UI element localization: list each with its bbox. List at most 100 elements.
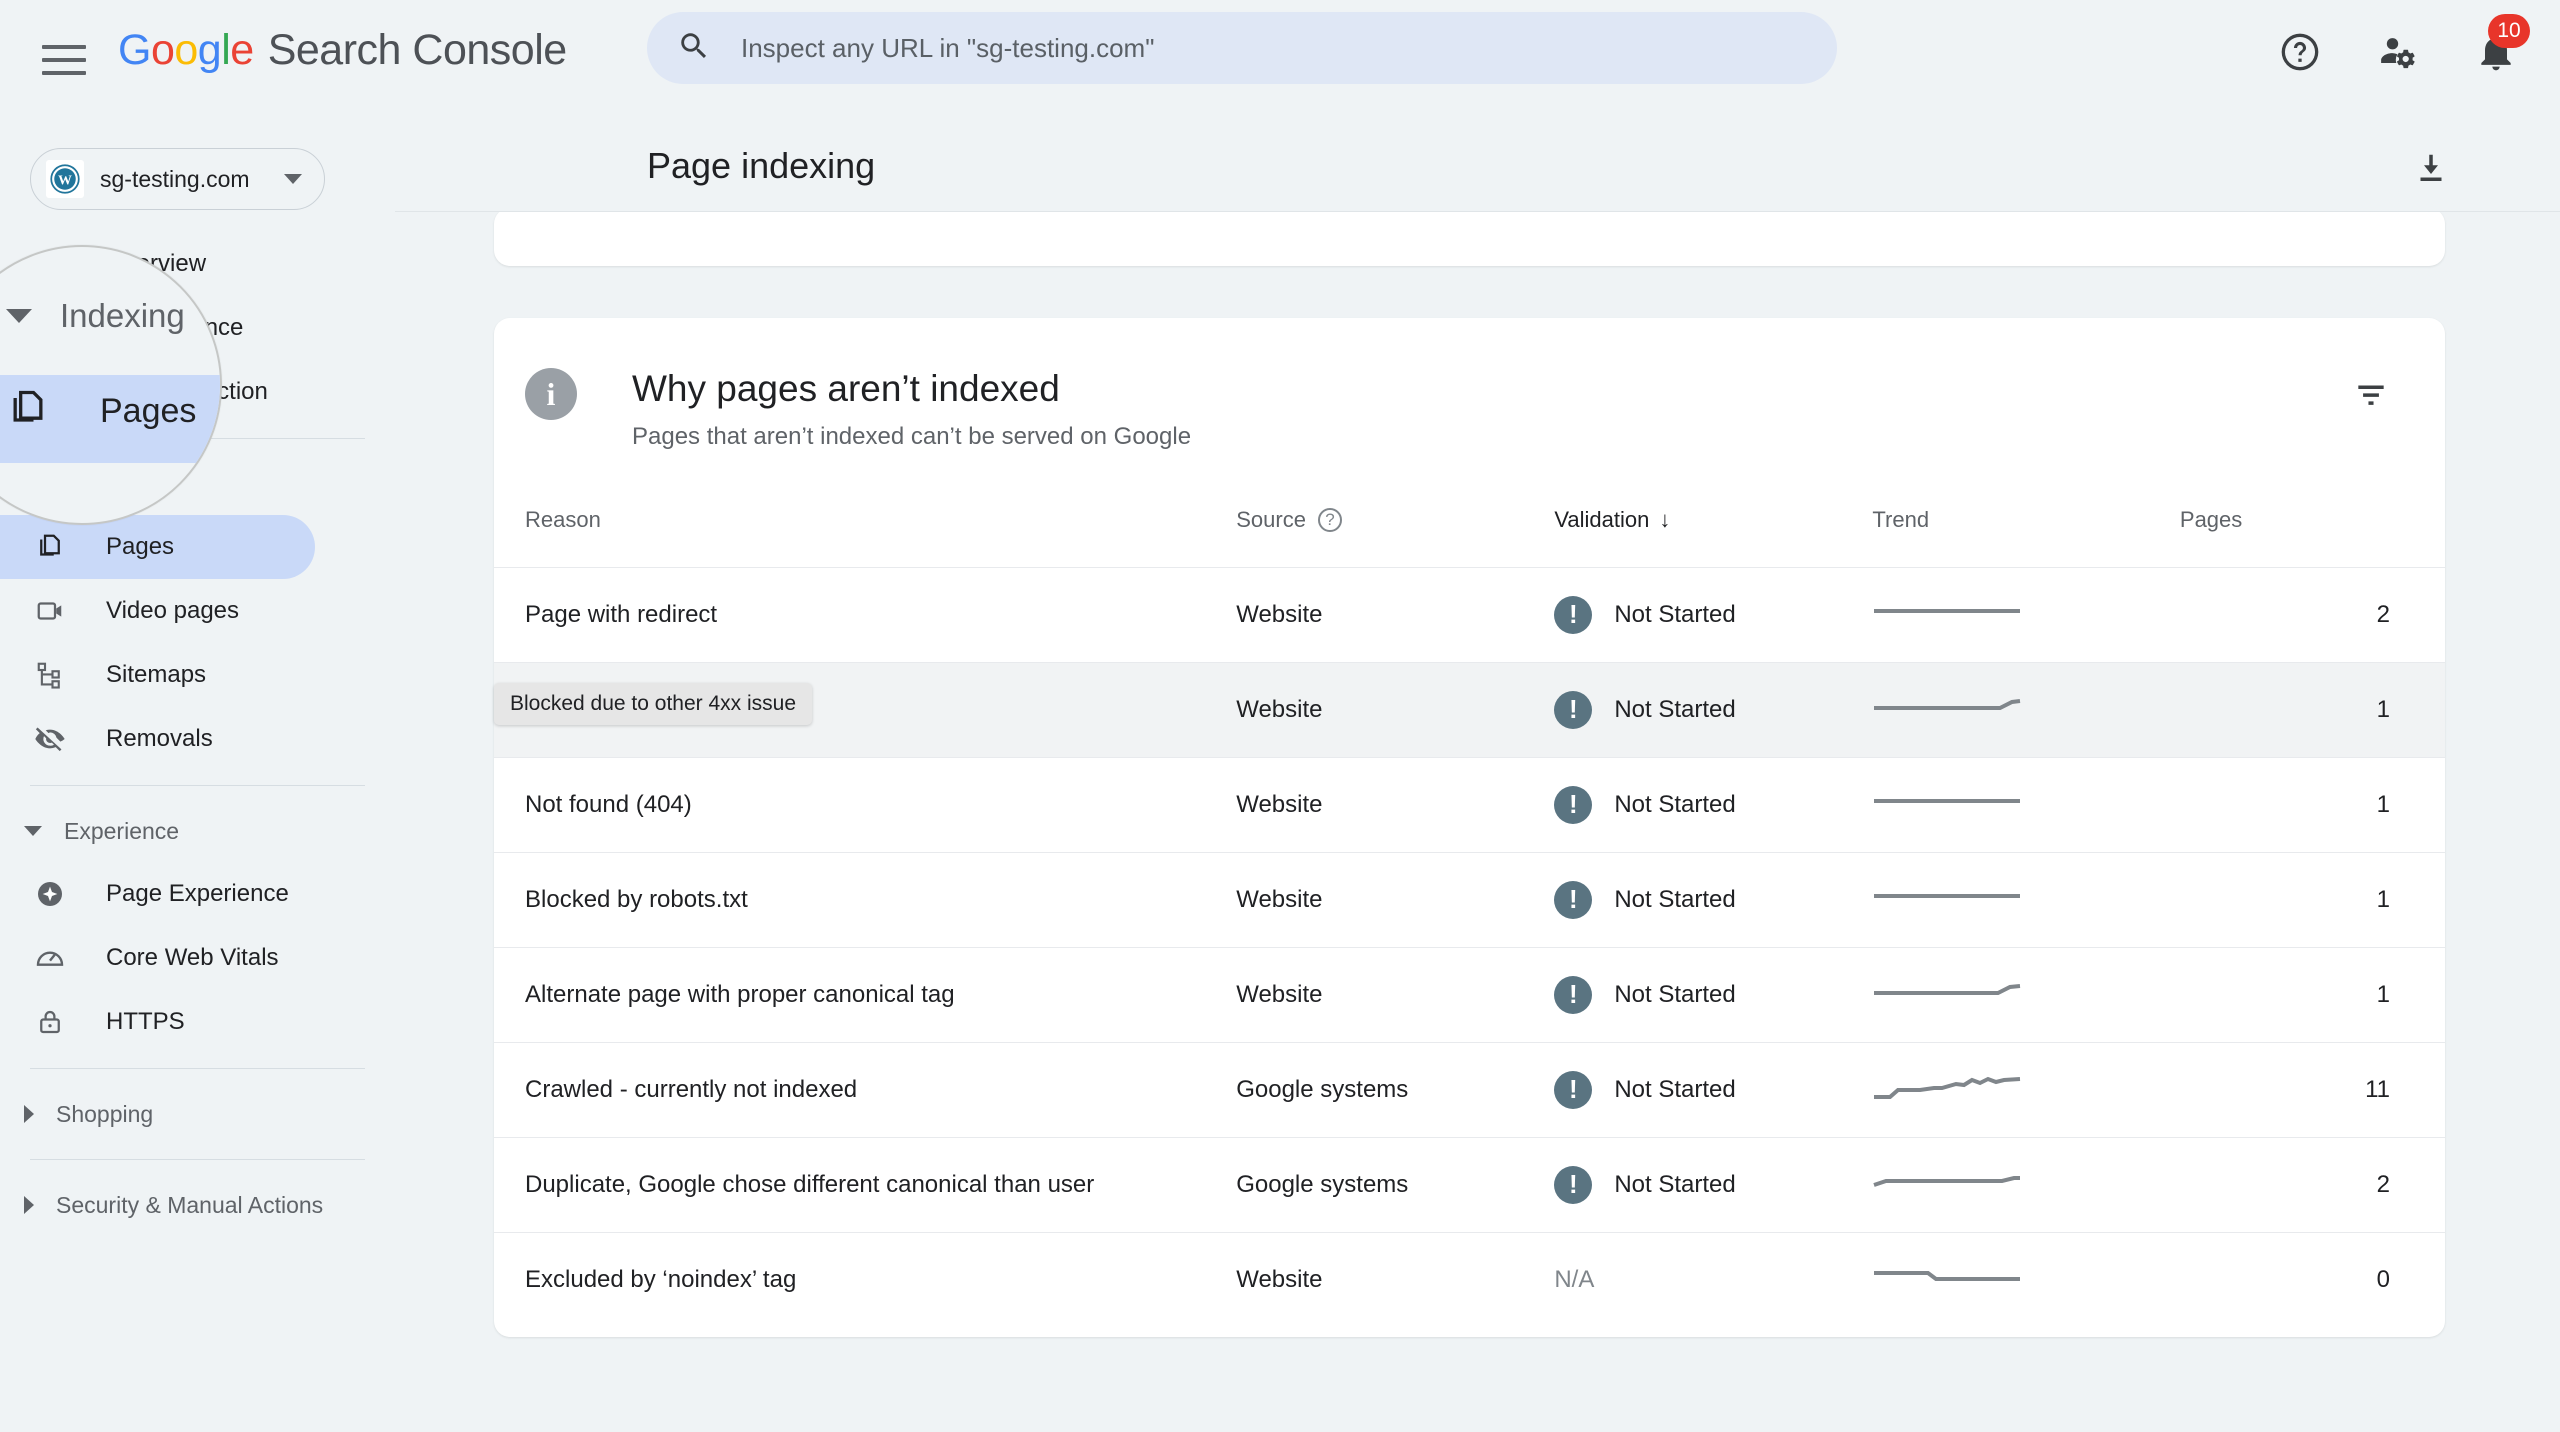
why-pages-arent-indexed-card: i Why pages aren’t indexed Pages that ar… — [494, 318, 2445, 1338]
cell-reason: e Blocked due to other 4xx issue — [494, 661, 1237, 758]
url-inspection-search-bar[interactable]: Inspect any URL in "sg-testing.com" — [647, 12, 1837, 84]
brand-logo[interactable]: Google Search Console — [118, 26, 567, 75]
sidebar-divider — [30, 1159, 365, 1160]
download-icon[interactable] — [2410, 146, 2452, 193]
cell-trend — [1872, 1041, 2180, 1138]
report-scroll-area[interactable]: i Why pages aren’t indexed Pages that ar… — [395, 212, 2560, 1432]
column-header-validation[interactable]: Validation ↓ — [1554, 491, 1872, 568]
cell-source: Website — [1236, 756, 1555, 853]
table-row[interactable]: Crawled - currently not indexed Google s… — [494, 1041, 2445, 1138]
chevron-down-icon — [24, 826, 42, 836]
magnified-section-label: Indexing — [60, 297, 185, 334]
top-bar: Google Search Console Inspect any URL in… — [0, 0, 2560, 120]
hamburger-bar — [42, 45, 86, 49]
alert-icon: ! — [1554, 1165, 1593, 1204]
chevron-right-icon — [24, 1105, 34, 1123]
sitemap-icon — [30, 660, 70, 690]
alert-icon: ! — [1554, 1070, 1593, 1109]
table-row[interactable]: Blocked by robots.txt Website ! Not Start… — [494, 851, 2445, 948]
table-row[interactable]: e Blocked due to other 4xx issue Website… — [494, 661, 2445, 758]
cell-validation: ! Not Started — [1554, 946, 1873, 1043]
main-menu-icon[interactable] — [42, 38, 86, 82]
wordpress-icon: W — [46, 160, 84, 198]
cell-pages: 1 — [2179, 756, 2445, 853]
magnified-item-pages: Pages — [6, 387, 196, 436]
trend-sparkline — [1873, 1176, 2021, 1187]
cell-trend — [1872, 1136, 2180, 1233]
trend-sparkline — [1874, 1271, 2021, 1282]
sidebar-section-label: Experience — [64, 817, 180, 844]
cell-source: Website — [1236, 1231, 1555, 1328]
logo-letter-g: G — [118, 26, 151, 74]
sidebar-item-https[interactable]: HTTPS — [0, 990, 315, 1054]
cell-trend — [1872, 661, 2180, 758]
filter-icon[interactable] — [2352, 376, 2390, 419]
validation-status-label: Not Started — [1614, 1170, 1736, 1198]
table-row[interactable]: Page with redirect Website ! Not Started … — [494, 566, 2445, 663]
trend-sparkline — [1874, 894, 2021, 899]
sidebar-item-page-experience[interactable]: Page Experience — [0, 862, 315, 926]
cell-reason: Blocked by robots.txt — [494, 851, 1237, 948]
table-row[interactable]: Not found (404) Website ! Not Started 1 — [494, 756, 2445, 853]
cell-pages: 11 — [2179, 1041, 2445, 1138]
help-circle-icon[interactable]: ? — [1317, 507, 1342, 532]
sidebar-section-shopping[interactable]: Shopping — [0, 1083, 395, 1145]
trend-sparkline — [1874, 984, 2021, 996]
sidebar-item-label: Removals — [106, 725, 213, 752]
sidebar-section-label: Security & Manual Actions — [56, 1191, 324, 1218]
magnified-item-label: Pages — [100, 392, 197, 430]
column-header-source-label: Source — [1236, 506, 1306, 532]
cell-validation: ! Not Started — [1554, 851, 1873, 948]
sidebar-item-removals[interactable]: Removals — [0, 707, 315, 771]
table-head: Reason Source ? Validation ↓ Trend Pages — [494, 491, 2445, 568]
cell-reason: Excluded by ‘noindex’ tag — [494, 1231, 1237, 1328]
sidebar-divider — [30, 1068, 365, 1069]
cell-reason: Page with redirect — [494, 566, 1237, 663]
help-icon[interactable] — [2278, 30, 2322, 74]
top-bar-icons: 10 — [2278, 14, 2530, 74]
sidebar-section-experience[interactable]: Experience — [0, 800, 395, 862]
column-header-reason[interactable]: Reason — [494, 491, 1236, 568]
cell-reason: Alternate page with proper canonical tag — [494, 946, 1237, 1043]
cell-validation: ! Not Started — [1554, 566, 1873, 663]
account-settings-icon[interactable] — [2376, 30, 2420, 74]
sidebar-item-sitemaps[interactable]: Sitemaps — [0, 643, 315, 707]
sidebar-item-video-pages[interactable]: Video pages — [0, 579, 315, 643]
page-experience-icon — [30, 878, 70, 910]
property-selector[interactable]: W sg-testing.com — [30, 148, 325, 210]
sidebar-item-label: Pages — [106, 533, 175, 560]
table-row[interactable]: Excluded by ‘noindex’ tag Website N/A 0 — [494, 1231, 2445, 1328]
logo-letter-l: l — [221, 26, 231, 74]
svg-text:W: W — [58, 173, 72, 188]
pages-icon — [6, 387, 50, 436]
column-header-source[interactable]: Source ? — [1236, 491, 1554, 568]
sidebar-section-security[interactable]: Security & Manual Actions — [0, 1174, 395, 1236]
sidebar-item-pages[interactable]: Pages — [0, 515, 315, 579]
cell-trend — [1872, 756, 2180, 853]
sidebar-item-label: HTTPS — [106, 1008, 185, 1035]
logo-letter-g2: g — [197, 26, 222, 74]
cell-source: Website — [1236, 851, 1555, 948]
table-row[interactable]: Duplicate, Google chose different canoni… — [494, 1136, 2445, 1233]
video-icon — [30, 596, 70, 626]
column-header-trend[interactable]: Trend — [1872, 491, 2179, 568]
cell-pages: 1 — [2179, 946, 2445, 1043]
cell-validation: ! Not Started — [1554, 756, 1873, 853]
cell-source: Google systems — [1236, 1041, 1555, 1138]
table-body: Page with redirect Website ! Not Started … — [494, 566, 2445, 1328]
cell-source: Website — [1236, 946, 1555, 1043]
reasons-table: Reason Source ? Validation ↓ Trend Pages — [494, 491, 2445, 1328]
hamburger-bar — [42, 71, 86, 75]
sidebar-divider — [30, 785, 365, 786]
table-row[interactable]: Alternate page with proper canonical tag… — [494, 946, 2445, 1043]
alert-icon: ! — [1554, 880, 1593, 919]
notifications-bell-icon[interactable]: 10 — [2474, 14, 2530, 74]
property-name: sg-testing.com — [100, 165, 250, 192]
cell-pages: 2 — [2179, 566, 2445, 663]
cell-trend — [1872, 851, 2180, 948]
magnifier-lens: Indexing Pages — [0, 245, 222, 525]
sidebar-item-core-web-vitals[interactable]: Core Web Vitals — [0, 926, 315, 990]
chevron-right-icon — [24, 1196, 34, 1214]
cell-validation: ! Not Started — [1554, 661, 1873, 758]
column-header-pages[interactable]: Pages — [2180, 491, 2445, 568]
